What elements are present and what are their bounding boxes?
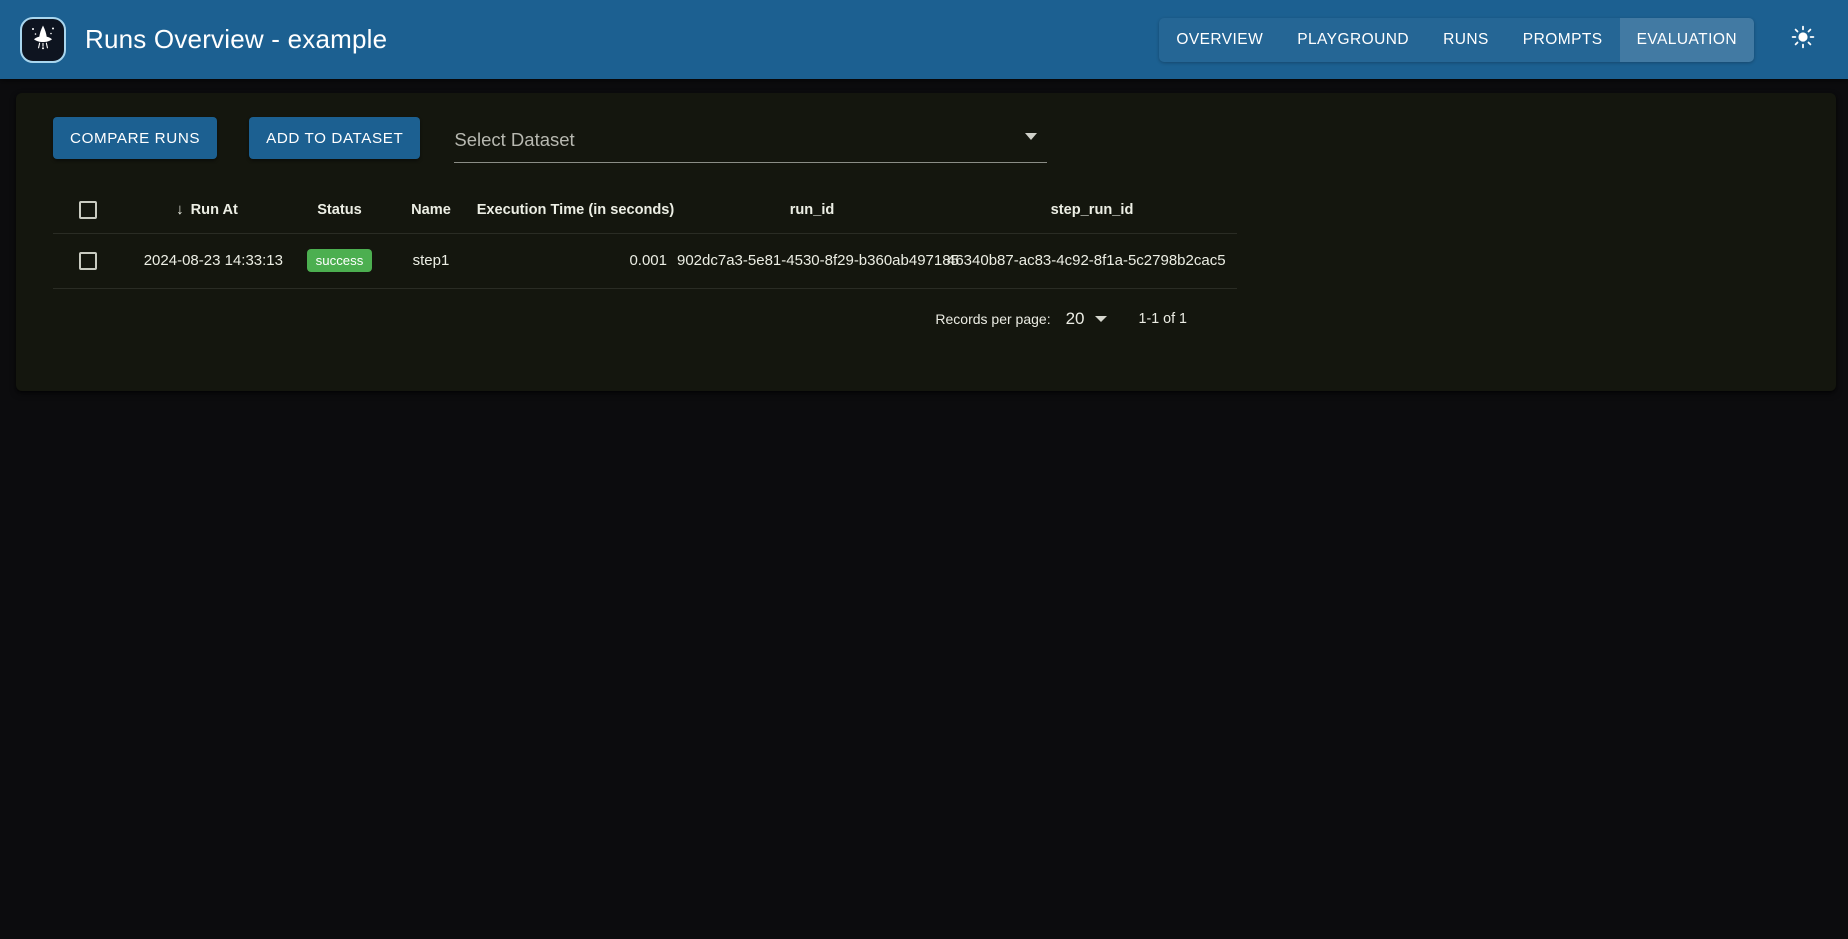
page-title: Runs Overview - example [85,24,388,54]
runs-table-head: ↓ Run At Status Name Execution Time (in … [53,187,1237,233]
sort-desc-icon: ↓ [176,201,184,218]
theme-toggle-button[interactable] [1776,13,1830,67]
dataset-select-placeholder: Select Dataset [454,128,575,150]
nav-item-evaluation[interactable]: EVALUATION [1619,17,1754,62]
column-header-run-at[interactable]: ↓ Run At [123,187,291,233]
table-row[interactable]: 2024-08-23 14:33:13 success step1 0.001 … [53,232,1237,289]
runs-toolbar: COMPARE RUNS ADD TO DATASET Select Datas… [16,93,1836,163]
app-logo[interactable] [20,16,66,63]
column-header-step-run-id[interactable]: step_run_id [947,187,1237,233]
app-header: Runs Overview - example OVERVIEW PLAYGRO… [0,0,1848,79]
runs-card: COMPARE RUNS ADD TO DATASET Select Datas… [16,93,1836,391]
cell-execution-time: 0.001 [474,232,677,289]
compare-runs-button[interactable]: COMPARE RUNS [53,117,218,159]
column-header-run-at-label: Run At [190,201,238,218]
nav-item-prompts[interactable]: PROMPTS [1506,18,1620,62]
dataset-select[interactable]: Select Dataset [454,117,1048,163]
add-to-dataset-button[interactable]: ADD TO DATASET [249,117,421,159]
runs-table: ↓ Run At Status Name Execution Time (in … [53,187,1237,289]
cell-step-run-id: 46340b87-ac83-4c92-8f1a-5c2798b2cac5 [947,232,1237,289]
column-header-execution-time[interactable]: Execution Time (in seconds) [474,187,677,233]
cell-name: step1 [388,232,474,289]
cell-run-id: 902dc7a3-5e81-4530-8f29-b360ab497185 [677,232,959,289]
nav-item-runs[interactable]: RUNS [1426,18,1506,62]
runs-table-body: 2024-08-23 14:33:13 success step1 0.001 … [53,232,1237,289]
main-nav: OVERVIEW PLAYGROUND RUNS PROMPTS EVALUAT… [1159,17,1754,62]
pagination-range-label: 1-1 of 1 [1138,310,1187,327]
records-per-page-label: Records per page: [935,310,1051,327]
pagination-bar: Records per page: 20 1-1 of 1 [53,289,1201,349]
nav-item-playground[interactable]: PLAYGROUND [1280,18,1426,62]
page-body: COMPARE RUNS ADD TO DATASET Select Datas… [0,79,1848,405]
cell-status: success [291,232,388,289]
status-badge: success [306,248,373,273]
dataset-select-control[interactable]: Select Dataset [454,117,1048,163]
sun-icon [1790,24,1816,55]
wizard-hat-icon [26,20,60,59]
table-header-row: ↓ Run At Status Name Execution Time (in … [53,187,1237,233]
column-header-run-id[interactable]: run_id [677,187,947,233]
column-header-status[interactable]: Status [291,187,388,233]
select-all-header [53,187,123,233]
cell-run-at: 2024-08-23 14:33:13 [123,232,291,289]
records-per-page-value[interactable]: 20 [1066,309,1085,329]
row-select-cell [53,232,123,289]
select-all-checkbox[interactable] [79,200,97,219]
records-per-page-chevron-down-icon[interactable] [1094,315,1107,322]
nav-item-overview[interactable]: OVERVIEW [1159,18,1280,62]
column-header-name[interactable]: Name [388,187,474,233]
row-select-checkbox[interactable] [79,251,97,270]
